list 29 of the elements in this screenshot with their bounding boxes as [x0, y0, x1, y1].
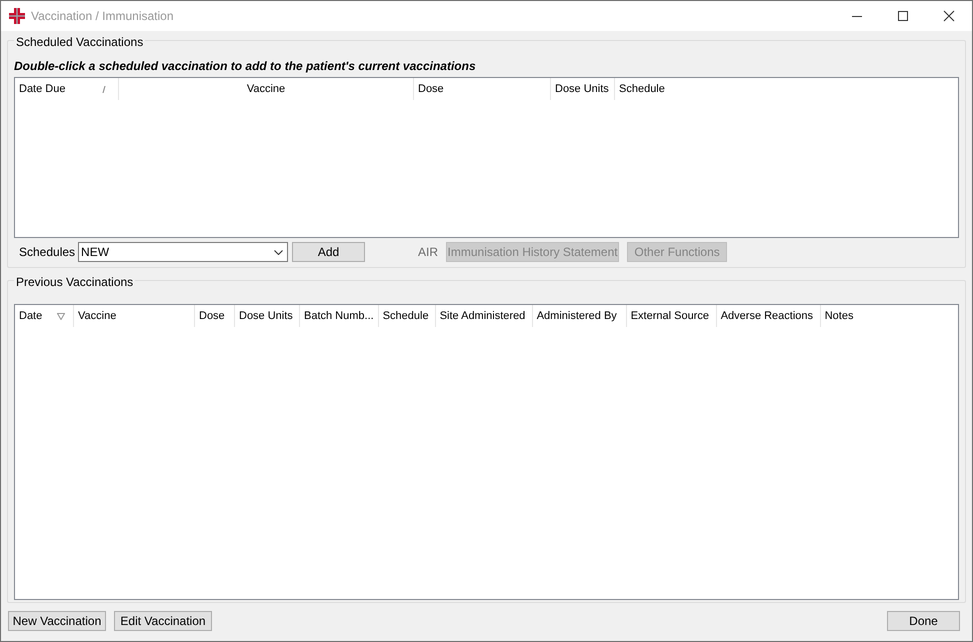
chevron-icon	[274, 250, 284, 254]
dropdown-field[interactable]: NEW	[78, 242, 288, 262]
column-header[interactable]: Dose Units	[235, 305, 300, 327]
cross-icon	[9, 8, 25, 24]
column-header[interactable]: Adverse Reactions	[716, 305, 821, 327]
air-label: AIR	[418, 244, 438, 261]
button[interactable]: New Vaccination	[8, 611, 106, 631]
column-header[interactable]: Dose	[195, 305, 235, 327]
column-header[interactable]: Vaccine	[119, 78, 414, 100]
column-header[interactable]: Dose Units	[551, 78, 615, 100]
column-header[interactable]: Batch Numb...	[300, 305, 379, 327]
button[interactable]: Done	[887, 611, 960, 631]
instruction-text: Double-click a scheduled vaccination to add to the patient's current vaccinations	[14, 59, 477, 73]
field-label: Schedules	[19, 244, 76, 261]
column-header[interactable]: Administered By	[532, 305, 627, 327]
column-header[interactable]: Vaccine	[74, 305, 195, 327]
column-header[interactable]: Schedule	[615, 78, 958, 100]
column-header[interactable]: Schedule	[378, 305, 436, 327]
column-header[interactable]: Dose	[414, 78, 551, 100]
button[interactable]: Add	[292, 242, 366, 262]
column-header[interactable]: External Source	[626, 305, 717, 327]
button[interactable]: Edit Vaccination	[114, 611, 212, 631]
sort-icon	[102, 86, 106, 92]
sort-icon	[57, 312, 65, 320]
column-header[interactable]: Notes	[820, 305, 958, 327]
column-header[interactable]: Date Due	[15, 78, 119, 100]
column-header[interactable]: Site Administered	[436, 305, 533, 327]
column-header[interactable]: Date	[15, 305, 74, 327]
window-title: Vaccination / Immunisation	[31, 8, 174, 25]
